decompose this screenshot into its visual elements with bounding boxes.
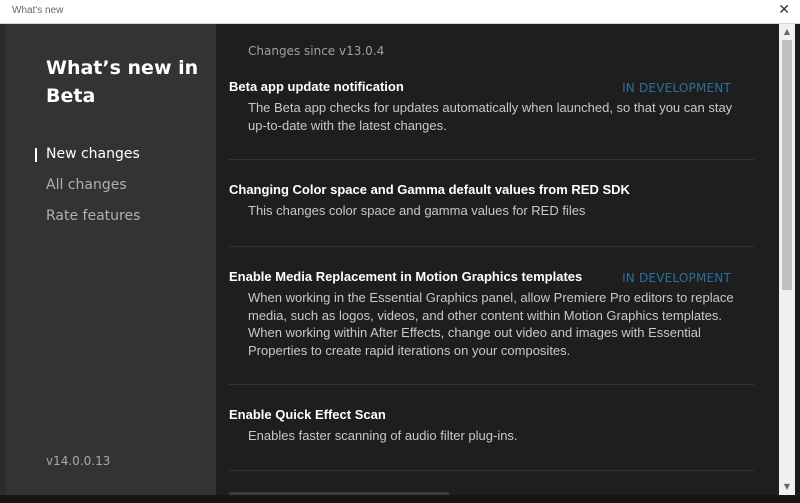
sidebar-heading: What’s new in Beta — [46, 57, 199, 107]
status-badge: IN DEVELOPMENT — [622, 271, 731, 285]
active-nav-indicator — [35, 148, 37, 162]
scrollbar-thumb[interactable] — [782, 40, 792, 290]
item-divider — [229, 159, 754, 160]
change-title: Enable Media Replacement in Motion Graph… — [229, 269, 583, 284]
status-badge: IN DEVELOPMENT — [622, 81, 731, 95]
change-description: When working in the Essential Graphics p… — [248, 290, 734, 358]
change-description: Enables faster scanning of audio filter … — [248, 428, 518, 443]
change-title: Beta app update notification — [229, 79, 404, 94]
change-title: Enable Quick Effect Scan — [229, 407, 386, 422]
sidebar: What’s new in Beta New changes All chang… — [6, 24, 216, 495]
item-divider — [229, 246, 754, 247]
item-divider — [229, 384, 754, 385]
close-icon[interactable]: ✕ — [778, 2, 790, 18]
change-description: This changes color space and gamma value… — [248, 203, 586, 218]
vertical-scrollbar[interactable]: ▲ ▼ — [779, 24, 795, 495]
window-right-edge — [795, 24, 800, 503]
nav-all-changes[interactable]: All changes — [46, 177, 127, 193]
scroll-down-icon[interactable]: ▼ — [779, 480, 795, 494]
change-description: The Beta app checks for updates automati… — [248, 100, 733, 133]
changes-list: Changes since v13.0.4 Beta app update no… — [216, 24, 779, 495]
scroll-up-icon[interactable]: ▲ — [779, 25, 795, 39]
change-title: Changing Color space and Gamma default v… — [229, 182, 630, 197]
window-bottom-edge — [0, 495, 800, 503]
nav-rate-features[interactable]: Rate features — [46, 208, 140, 224]
nav-new-changes[interactable]: New changes — [46, 146, 140, 162]
item-divider — [229, 470, 754, 471]
window-titlebar: What's new ✕ — [0, 0, 800, 24]
version-label: v14.0.0.13 — [46, 454, 111, 468]
changes-since-label: Changes since v13.0.4 — [248, 44, 385, 58]
window-title: What's new — [12, 5, 64, 16]
